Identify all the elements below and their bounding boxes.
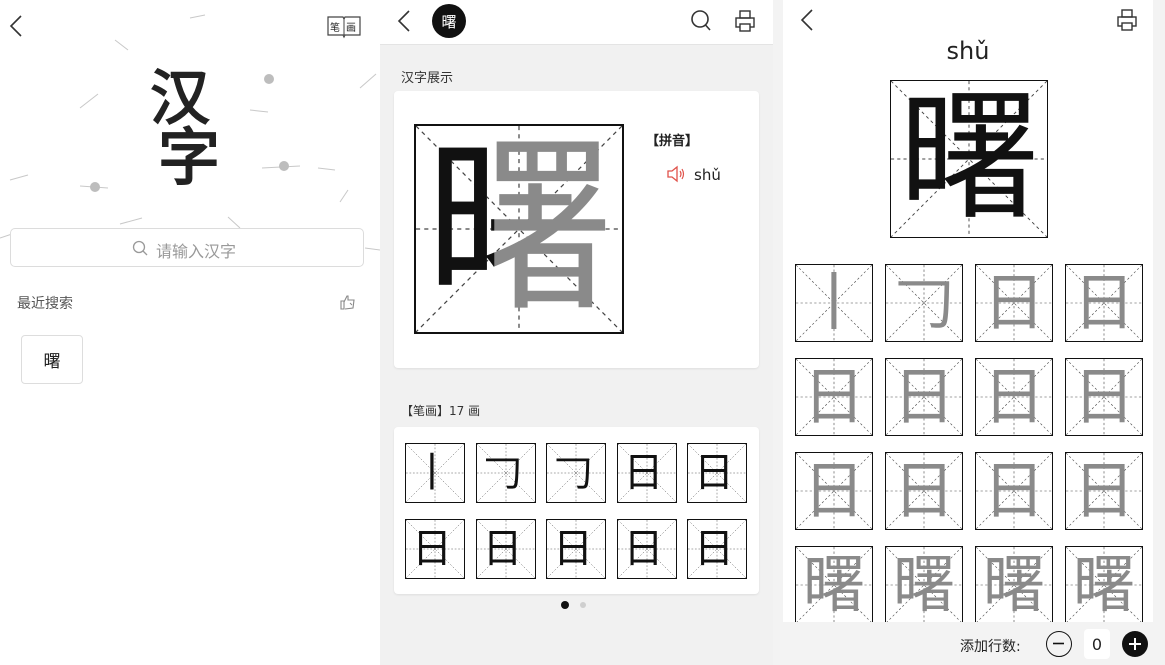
practice-stroke-glyph: 曙 [802, 548, 865, 621]
practice-stroke-glyph: 日 [892, 454, 955, 527]
print-icon[interactable] [734, 9, 756, 33]
main-character-grid: 曙 曙 [414, 124, 624, 334]
stroke-step-glyph: 𠃌 [482, 450, 523, 496]
practice-stroke-glyph: 曙 [982, 548, 1045, 621]
practice-stroke-cell: 日 [885, 452, 963, 530]
pager-dot-active[interactable] [561, 601, 569, 609]
stroke-step-cell: 丨 [405, 443, 465, 503]
practice-stroke-glyph: 曙 [892, 548, 955, 621]
detail-header: 曙 [380, 0, 773, 45]
rows-count-field[interactable]: 0 [1084, 629, 1110, 659]
stroke-count-header: 【笔画】17 画 [401, 404, 481, 418]
stroke-step-glyph: 日 [553, 526, 593, 572]
stroke-step-glyph: 日 [482, 526, 523, 572]
add-rows-bar: 添加行数: 0 [773, 622, 1165, 665]
stroke-step-glyph: 日 [623, 526, 664, 572]
search-placeholder: 请输入汉字 [156, 242, 237, 261]
practice-stroke-cell: 日 [885, 358, 963, 436]
practice-stroke-cell: 日 [975, 452, 1053, 530]
practice-pinyin: shǔ [946, 37, 990, 65]
speaker-icon[interactable] [666, 165, 686, 183]
avatar-char: 曙 [441, 12, 457, 31]
stroke-step-cell: 日 [546, 519, 606, 579]
stroke-step-cell: 日 [687, 443, 747, 503]
search-icon [132, 240, 148, 256]
practice-stroke-glyph: 日 [1072, 266, 1135, 339]
practice-stroke-cell: 日 [795, 452, 873, 530]
bihua-top-char: 笔 [330, 23, 340, 34]
decrement-rows-button[interactable] [1046, 631, 1072, 657]
stroke-step-cell: 𠃌 [546, 443, 606, 503]
practice-stroke-cell: 日 [795, 358, 873, 436]
minus-icon [1053, 642, 1064, 645]
stroke-step-glyph: 日 [623, 450, 664, 496]
stroke-step-glyph: 丨 [412, 450, 452, 496]
practice-stroke-glyph: 日 [802, 454, 865, 527]
practice-sheet: shǔ 曙 丨𠃌日日日日日日日日日日曙曙曙曙 [783, 0, 1153, 624]
practice-main-character: 曙 [898, 77, 1039, 240]
logo-char-bottom: 字 [158, 121, 221, 194]
stroke-step-cell: 日 [405, 519, 465, 579]
practice-stroke-cell: 曙 [975, 546, 1053, 624]
practice-stroke-cell: 日 [1065, 452, 1143, 530]
add-rows-label: 添加行数: [960, 639, 1021, 655]
increment-rows-button[interactable] [1122, 631, 1148, 657]
pager-dot[interactable] [580, 602, 586, 608]
practice-stroke-glyph: 日 [982, 454, 1045, 527]
stroke-step-cell: 日 [616, 443, 677, 503]
back-icon[interactable] [396, 9, 412, 33]
practice-stroke-cell: 曙 [885, 546, 963, 624]
stroke-order-card: 丨𠃌𠃌日日日日日日日 [394, 427, 759, 594]
search-input[interactable]: 请输入汉字 [10, 228, 364, 267]
practice-stroke-glyph: 日 [1072, 360, 1135, 433]
app-logo: 汉 字 [150, 68, 228, 190]
stroke-step-glyph: 日 [412, 526, 452, 572]
practice-stroke-cell: 曙 [1065, 546, 1143, 624]
section-title-display: 汉字展示 [401, 71, 454, 86]
plus-icon [1129, 638, 1141, 650]
pager-dots[interactable] [561, 601, 591, 611]
clear-history-icon[interactable] [338, 292, 358, 312]
stroke-step-glyph: 𠃌 [553, 450, 593, 496]
character-avatar: 曙 [432, 4, 466, 38]
back-icon[interactable] [799, 8, 815, 32]
practice-stroke-glyph: 丨 [802, 266, 865, 339]
stroke-step-cell: 𠃌 [475, 443, 536, 503]
practice-screen: shǔ 曙 丨𠃌日日日日日日日日日日曙曙曙曙 添加行数: 0 [773, 0, 1165, 665]
practice-stroke-glyph: 日 [892, 360, 955, 433]
practice-stroke-cell: 曙 [795, 546, 873, 624]
practice-stroke-cell: 日 [1065, 264, 1143, 342]
bihua-bottom-char: 画 [346, 23, 356, 34]
pinyin-label: 【拼音】 [646, 134, 699, 149]
recent-item[interactable]: 曙 [21, 335, 83, 384]
practice-stroke-glyph: 日 [1072, 454, 1135, 527]
stroke-step-cell: 日 [616, 519, 677, 579]
stroke-step-cell: 日 [687, 519, 747, 579]
detail-screen: 曙 汉字展示 曙 曙 【拼音】 shǔ 【笔画】17 画 丨 𠃌 𠃌 日 日 日… [380, 0, 773, 665]
stroke-step-cell: 日 [475, 519, 536, 579]
practice-stroke-glyph: 日 [802, 360, 865, 433]
search-icon[interactable] [690, 9, 712, 33]
practice-stroke-cell: 丨 [795, 264, 873, 342]
practice-stroke-glyph: 𠃌 [892, 266, 955, 339]
stroke-dictionary-icon[interactable]: 笔 画 [325, 12, 363, 40]
practice-stroke-cell: 日 [975, 358, 1053, 436]
print-icon[interactable] [1116, 8, 1138, 32]
stroke-step-glyph: 日 [694, 526, 734, 572]
practice-stroke-cell: 日 [975, 264, 1053, 342]
practice-stroke-glyph: 日 [982, 266, 1045, 339]
practice-main-grid: 曙 [890, 80, 1048, 238]
recent-search-label: 最近搜索 [17, 296, 73, 312]
practice-stroke-cell: 𠃌 [885, 264, 963, 342]
practice-stroke-glyph: 曙 [1072, 548, 1135, 621]
recent-item-label: 曙 [43, 352, 61, 372]
pinyin-value: shǔ [694, 166, 721, 184]
practice-stroke-glyph: 日 [982, 360, 1045, 433]
character-display-card: 曙 曙 【拼音】 shǔ [394, 91, 759, 368]
back-icon[interactable] [8, 14, 24, 38]
practice-stroke-cell: 日 [1065, 358, 1143, 436]
home-screen: 笔 画 汉 字 请输入汉字 最近搜索 曙 [0, 0, 380, 665]
stroke-step-glyph: 日 [694, 450, 734, 496]
